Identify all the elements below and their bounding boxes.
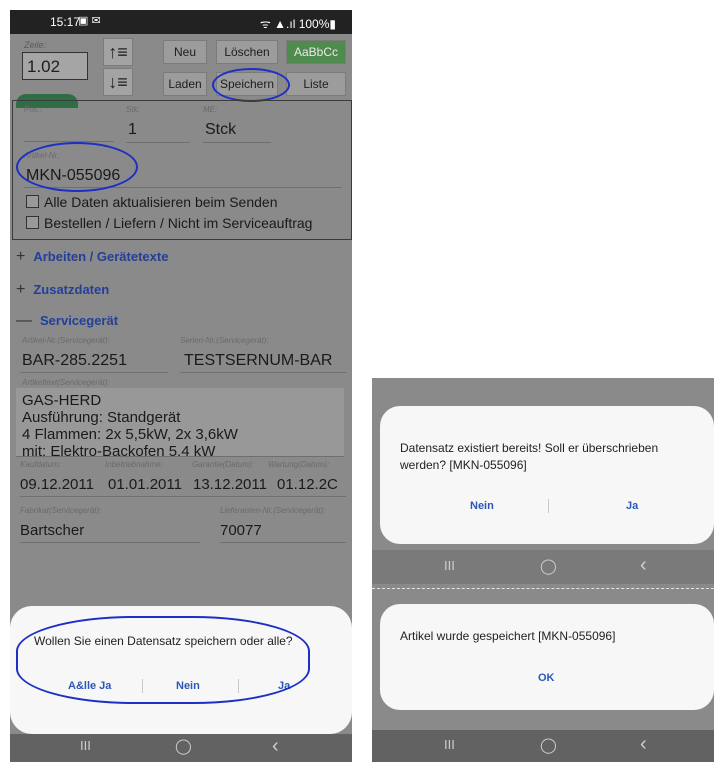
artikeltext-line: 4 Flammen: 2x 5,5kW, 2x 3,6kW [22, 426, 238, 443]
artikeltext-line: mit: Elektro-Backofen 5,4 kW [22, 443, 216, 456]
me-underline [203, 142, 271, 143]
fabrikat-value[interactable]: Bartscher [20, 522, 84, 539]
checkbox-box[interactable] [26, 216, 39, 229]
garantie-label: Garantie(Datum): [192, 460, 254, 469]
android-navbar-dimmed: III ◯ ‹ [372, 550, 714, 584]
fabrikat-underline [20, 542, 200, 543]
button-divider [548, 499, 549, 513]
zeile-input[interactable]: 1.02 [22, 52, 88, 80]
artikeltext-line: Ausführung: Standgerät [22, 409, 181, 426]
back-icon[interactable]: ‹ [272, 735, 279, 758]
collapse-minus-icon: — [16, 312, 32, 329]
notification-icons: ▣ ✉ [78, 15, 101, 27]
phone-screen-dialogs: Datensatz existiert bereits! Soll er übe… [372, 378, 714, 762]
saved-dialog-message: Artikel wurde gespeichert [MKN-055096] [400, 629, 616, 643]
back-icon[interactable]: ‹ [640, 733, 647, 756]
lieferanten-nr-value[interactable]: 70077 [220, 522, 262, 539]
recent-apps-icon[interactable]: III [444, 558, 455, 573]
stk-underline [126, 142, 190, 143]
dates-underline [20, 496, 346, 497]
pos-label: Pos.: [24, 105, 43, 114]
section-arbeiten[interactable]: + Arbeiten / Gerätetexte [16, 248, 168, 266]
service-artikel-label: Artikel-Nr.(Servicegerät): [22, 336, 110, 345]
battery-signal-icons: ᯤ ▲.ıl 100%▮ [259, 17, 336, 31]
annotation-circle-artikel [16, 142, 138, 192]
ok-button[interactable]: OK [538, 672, 555, 684]
kaufdatum-value[interactable]: 09.12.2011 [20, 476, 94, 493]
fabrikat-label: Fabrikat(Servicegerät): [20, 506, 102, 515]
me-label: ME: [203, 105, 218, 114]
checkbox-bestellen-label: Bestellen / Liefern / Nicht im Serviceau… [44, 215, 313, 231]
separator-dashed [372, 588, 714, 589]
me-value[interactable]: Stck [205, 121, 236, 139]
expand-plus-icon: + [16, 248, 26, 265]
loeschen-button[interactable]: Löschen [216, 40, 278, 64]
lieferanten-nr-label: Lieferanten-Nr.(Servicegerät): [220, 506, 326, 515]
artikeltext-label: Artikeltext(Servicegerät): [22, 378, 110, 387]
service-artikel-underline [20, 372, 168, 373]
phone-screen-main: 15:17 ▣ ✉ ᯤ ▲.ıl 100%▮ Zeile: 1.02 ↑≡ ↓≡… [10, 10, 352, 762]
artikeltext-line: GAS-HERD [22, 392, 102, 409]
android-navbar: III ◯ ‹ [372, 730, 714, 762]
recent-apps-icon[interactable]: III [444, 737, 455, 752]
section-zusatzdaten-title: Zusatzdaten [33, 282, 110, 297]
section-servicegeraet[interactable]: — Servicegerät [16, 312, 118, 330]
stk-value[interactable]: 1 [128, 121, 137, 139]
pos-input[interactable] [24, 125, 114, 142]
inbetriebnahme-value[interactable]: 01.01.2011 [108, 476, 182, 493]
checkbox-alle-daten[interactable]: Alle Daten aktualisieren beim Senden [26, 194, 277, 210]
neu-button[interactable]: Neu [163, 40, 207, 64]
serien-nr-value[interactable]: TESTSERNUM-BAR [184, 352, 332, 370]
overwrite-ja-button[interactable]: Ja [626, 500, 638, 512]
save-dialog: Wollen Sie einen Datensatz speichern ode… [10, 606, 352, 734]
android-navbar: III ◯ ‹ [10, 734, 352, 762]
stk-label: Stk: [126, 105, 140, 114]
section-zusatzdaten[interactable]: + Zusatzdaten [16, 281, 109, 299]
section-servicegeraet-title: Servicegerät [40, 313, 119, 328]
home-icon[interactable]: ◯ [540, 557, 557, 575]
lieferanten-underline [220, 542, 346, 543]
home-icon[interactable]: ◯ [175, 737, 192, 755]
expand-plus-icon: + [16, 281, 26, 298]
artikeltext-field[interactable]: GAS-HERD Ausführung: Standgerät 4 Flamme… [16, 388, 344, 456]
serien-nr-label: Serien-Nr.(Servicegerät): [180, 336, 269, 345]
section-arbeiten-title: Arbeiten / Gerätetexte [33, 249, 169, 264]
artikeltext-underline [16, 456, 344, 457]
kaufdatum-label: Kaufdatum: [20, 460, 61, 469]
overwrite-nein-button[interactable]: Nein [470, 500, 494, 512]
service-artikel-value[interactable]: BAR-285.2251 [22, 352, 127, 370]
saved-dialog: Artikel wurde gespeichert [MKN-055096] O… [380, 604, 714, 710]
back-icon[interactable]: ‹ [640, 554, 647, 577]
style-button[interactable]: AaBbCc [286, 40, 346, 64]
line-down-button[interactable]: ↓≡ [103, 68, 133, 96]
liste-button[interactable]: Liste [286, 72, 346, 96]
checkbox-bestellen[interactable]: Bestellen / Liefern / Nicht im Serviceau… [26, 215, 312, 231]
checkbox-alle-daten-label: Alle Daten aktualisieren beim Senden [44, 194, 278, 210]
wartung-label: Wartung(Datum): [268, 460, 330, 469]
wartung-value[interactable]: 01.12.2C [277, 476, 338, 493]
recent-apps-icon[interactable]: III [80, 738, 91, 753]
inbetriebnahme-label: Inbetriebnahme: [105, 460, 163, 469]
zeile-label: Zeile: [24, 40, 47, 50]
home-icon[interactable]: ◯ [540, 736, 557, 754]
status-bar: 15:17 ▣ ✉ ᯤ ▲.ıl 100%▮ [10, 10, 352, 34]
annotation-circle-dialog [16, 616, 310, 704]
overwrite-dialog-message: Datensatz existiert bereits! Soll er übe… [400, 441, 659, 472]
status-time: 15:17 [50, 15, 81, 29]
laden-button[interactable]: Laden [163, 72, 207, 96]
line-up-button[interactable]: ↑≡ [103, 38, 133, 66]
checkbox-box[interactable] [26, 195, 39, 208]
annotation-circle-speichern [212, 68, 290, 102]
serien-nr-underline [180, 372, 346, 373]
overwrite-dialog: Datensatz existiert bereits! Soll er übe… [380, 406, 714, 544]
garantie-value[interactable]: 13.12.2011 [193, 476, 267, 493]
